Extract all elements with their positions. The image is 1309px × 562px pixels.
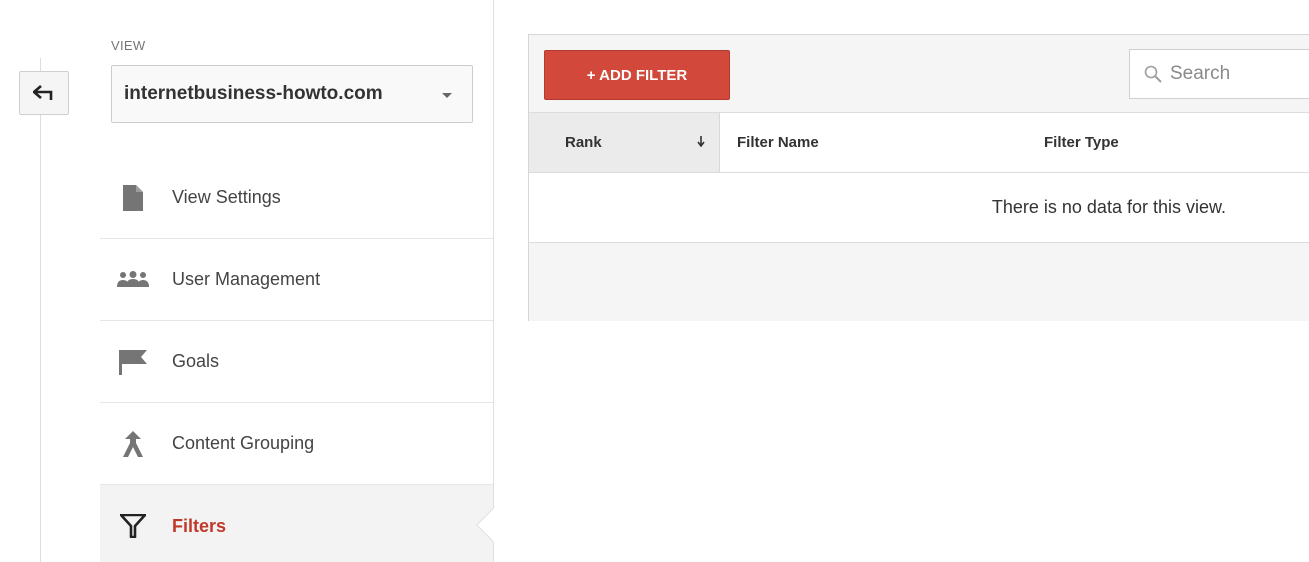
table-footer bbox=[529, 243, 1309, 321]
nav-item-goals[interactable]: Goals bbox=[100, 321, 493, 403]
view-selector[interactable]: internetbusiness-howto.com bbox=[111, 65, 473, 123]
back-arrow-icon bbox=[33, 85, 53, 100]
column-header-label: Filter Name bbox=[737, 134, 819, 151]
column-header-filter-name[interactable]: Filter Name bbox=[720, 113, 1027, 172]
search-icon bbox=[1144, 65, 1162, 83]
sort-arrow-down-icon bbox=[697, 136, 705, 147]
nav-item-label: Filters bbox=[172, 515, 227, 536]
filter-icon bbox=[116, 512, 150, 540]
column-header-rank[interactable]: Rank bbox=[529, 113, 720, 172]
view-selector-value: internetbusiness-howto.com bbox=[124, 83, 383, 104]
view-nav: View Settings User Management Goals Cont… bbox=[100, 157, 510, 562]
admin-view-column: VIEW internetbusiness-howto.com View Set… bbox=[100, 0, 510, 562]
search-input[interactable] bbox=[1170, 63, 1300, 85]
add-filter-button[interactable]: + ADD FILTER bbox=[544, 50, 730, 100]
users-icon bbox=[116, 266, 150, 294]
nav-item-label: View Settings bbox=[172, 187, 281, 207]
filters-panel: + ADD FILTER Rank Filter Name Filter T bbox=[528, 34, 1309, 321]
nav-item-label: Content Grouping bbox=[172, 433, 315, 453]
app-root: VIEW internetbusiness-howto.com View Set… bbox=[0, 0, 1309, 562]
left-rail bbox=[40, 58, 41, 562]
nav-item-filters[interactable]: Filters bbox=[100, 485, 510, 562]
nav-item-content-grouping[interactable]: Content Grouping bbox=[100, 403, 493, 485]
flag-icon bbox=[116, 348, 150, 376]
column-header-filter-type[interactable]: Filter Type bbox=[1027, 113, 1309, 172]
table-header: Rank Filter Name Filter Type bbox=[529, 113, 1309, 173]
nav-item-label: Goals bbox=[172, 351, 220, 371]
filters-toolbar: + ADD FILTER bbox=[529, 35, 1309, 113]
content-grouping-icon bbox=[116, 430, 150, 458]
active-indicator bbox=[476, 508, 510, 542]
nav-item-user-management[interactable]: User Management bbox=[100, 239, 493, 321]
empty-state-row: There is no data for this view. bbox=[529, 173, 1309, 243]
nav-item-label: User Management bbox=[172, 269, 321, 289]
column-header-label: Rank bbox=[565, 134, 602, 151]
document-icon bbox=[116, 184, 150, 212]
column-header-label: Filter Type bbox=[1044, 134, 1119, 151]
nav-item-view-settings[interactable]: View Settings bbox=[100, 157, 493, 239]
search-box[interactable] bbox=[1129, 49, 1309, 99]
chevron-down-icon bbox=[442, 93, 452, 98]
back-button[interactable] bbox=[19, 71, 69, 115]
view-label: VIEW bbox=[111, 38, 146, 53]
empty-state-message: There is no data for this view. bbox=[991, 197, 1226, 217]
